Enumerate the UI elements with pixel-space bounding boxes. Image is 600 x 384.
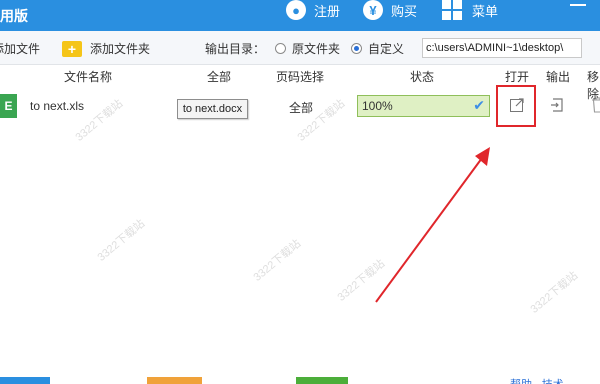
add-folder-label: 添加文件夹 bbox=[90, 42, 151, 56]
open-highlight-box bbox=[496, 85, 536, 127]
watermark: 3322下载站 bbox=[95, 217, 148, 264]
folder-plus-icon: + bbox=[62, 40, 82, 57]
title-bar: 用版 ● 注册 ¥ 购买 菜单 bbox=[0, 0, 600, 31]
menu-label: 菜单 bbox=[472, 3, 499, 19]
app-title: 用版 bbox=[0, 8, 28, 24]
progress-text: 100% bbox=[362, 99, 393, 113]
watermark: 3322下载站 bbox=[528, 269, 581, 316]
check-icon: ✔ bbox=[473, 97, 485, 113]
output-dir-text: 输出目录： bbox=[205, 42, 266, 56]
column-status: 状态 bbox=[410, 70, 435, 84]
yen-icon: ¥ bbox=[363, 0, 383, 20]
original-folder-radio[interactable]: 原文件夹 bbox=[275, 40, 340, 57]
output-button[interactable] bbox=[548, 95, 568, 115]
excel-file-icon: E bbox=[0, 94, 17, 118]
original-folder-label: 原文件夹 bbox=[292, 42, 341, 56]
remove-button[interactable] bbox=[588, 95, 600, 115]
bottom-orange-button[interactable] bbox=[147, 377, 202, 384]
custom-folder-radio[interactable]: 自定义 bbox=[351, 40, 404, 57]
trash-icon bbox=[592, 97, 600, 113]
grid-menu-icon bbox=[442, 0, 462, 20]
export-icon bbox=[551, 98, 563, 112]
bottom-green-button[interactable] bbox=[296, 377, 348, 384]
radio-unchecked-icon bbox=[275, 43, 286, 54]
target-format-select[interactable]: to next.docx bbox=[177, 99, 248, 119]
add-file-label: 添加文件 bbox=[0, 42, 41, 56]
column-open: 打开 bbox=[505, 70, 530, 84]
minimize-button[interactable] bbox=[570, 4, 586, 6]
column-output: 输出 bbox=[546, 70, 571, 84]
output-path-field[interactable]: c:\users\ADMINI~1\desktop\ bbox=[422, 38, 582, 58]
buy-button[interactable]: ¥ 购买 bbox=[363, 0, 417, 20]
row-pages[interactable]: 全部 bbox=[289, 99, 313, 116]
add-folder-button[interactable]: + 添加文件夹 bbox=[62, 40, 150, 57]
menu-button[interactable]: 菜单 bbox=[442, 0, 498, 20]
register-label: 注册 bbox=[314, 3, 341, 19]
column-page-select: 页码选择 bbox=[276, 70, 325, 84]
watermark: 3322下载站 bbox=[251, 237, 304, 284]
row-file-name: to next.xls bbox=[30, 99, 85, 113]
register-button[interactable]: ● 注册 bbox=[286, 0, 340, 20]
bottom-blue-button[interactable] bbox=[0, 377, 50, 384]
user-icon: ● bbox=[286, 0, 306, 20]
add-file-button[interactable]: 添加文件 bbox=[0, 40, 40, 57]
column-all[interactable]: 全部 bbox=[207, 68, 231, 85]
progress-bar: 100% ✔ bbox=[357, 95, 490, 117]
radio-checked-icon bbox=[351, 43, 362, 54]
buy-label: 购买 bbox=[391, 3, 418, 19]
watermark: 3322下载站 bbox=[335, 257, 388, 304]
bottom-link[interactable]: 帮助 · 技术 bbox=[510, 376, 564, 384]
column-file-name: 文件名称 bbox=[64, 70, 113, 84]
output-dir-label: 输出目录： bbox=[205, 40, 265, 57]
custom-label: 自定义 bbox=[368, 42, 405, 56]
